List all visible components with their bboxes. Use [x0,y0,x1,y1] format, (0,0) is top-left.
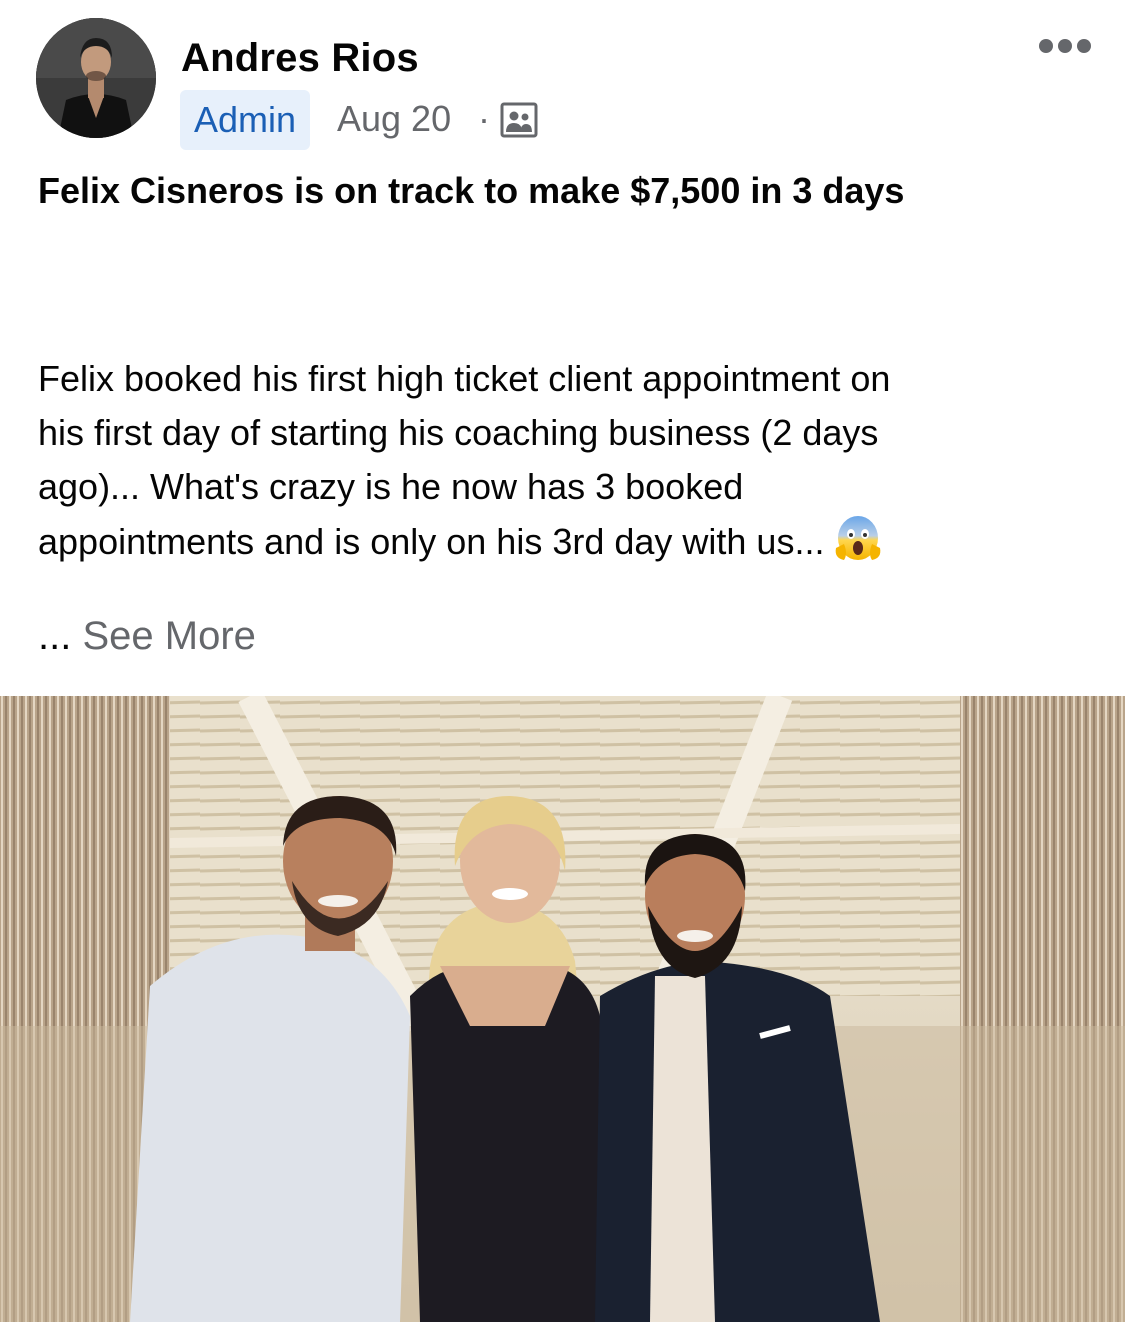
post-photo[interactable] [0,696,1125,1322]
admin-badge: Admin [180,90,311,150]
see-more-ellipsis: ... [38,614,72,658]
post-body: Felix booked his first high ticket clien… [38,352,1098,569]
author-avatar[interactable] [36,18,156,138]
post-date[interactable]: Aug 20 [337,98,451,140]
group-audience-icon [500,102,538,138]
face-screaming-in-fear-emoji-icon [836,516,881,560]
author-name[interactable]: Andres Rios [181,36,419,81]
feed-post: Andres Rios Admin Aug 20 · Felix Cisnero… [0,0,1125,1322]
post-title: Felix Cisneros is on track to make $7,50… [38,170,905,211]
see-more-link[interactable]: ... See More [38,614,256,659]
post-body-line: his first day of starting his coaching b… [38,412,879,453]
avatar-photo [36,18,156,138]
group-photo [0,696,1125,1322]
post-body-line-text: appointments and is only on his 3rd day … [38,521,825,562]
more-options-icon[interactable] [1038,36,1092,56]
meta-separator: · [478,98,490,139]
post-body-line: ago)... What's crazy is he now has 3 boo… [38,466,744,507]
post-body-line-last: appointments and is only on his 3rd day … [38,514,1098,569]
post-body-line: Felix booked his first high ticket clien… [38,358,891,399]
see-more-label[interactable]: See More [82,614,255,658]
